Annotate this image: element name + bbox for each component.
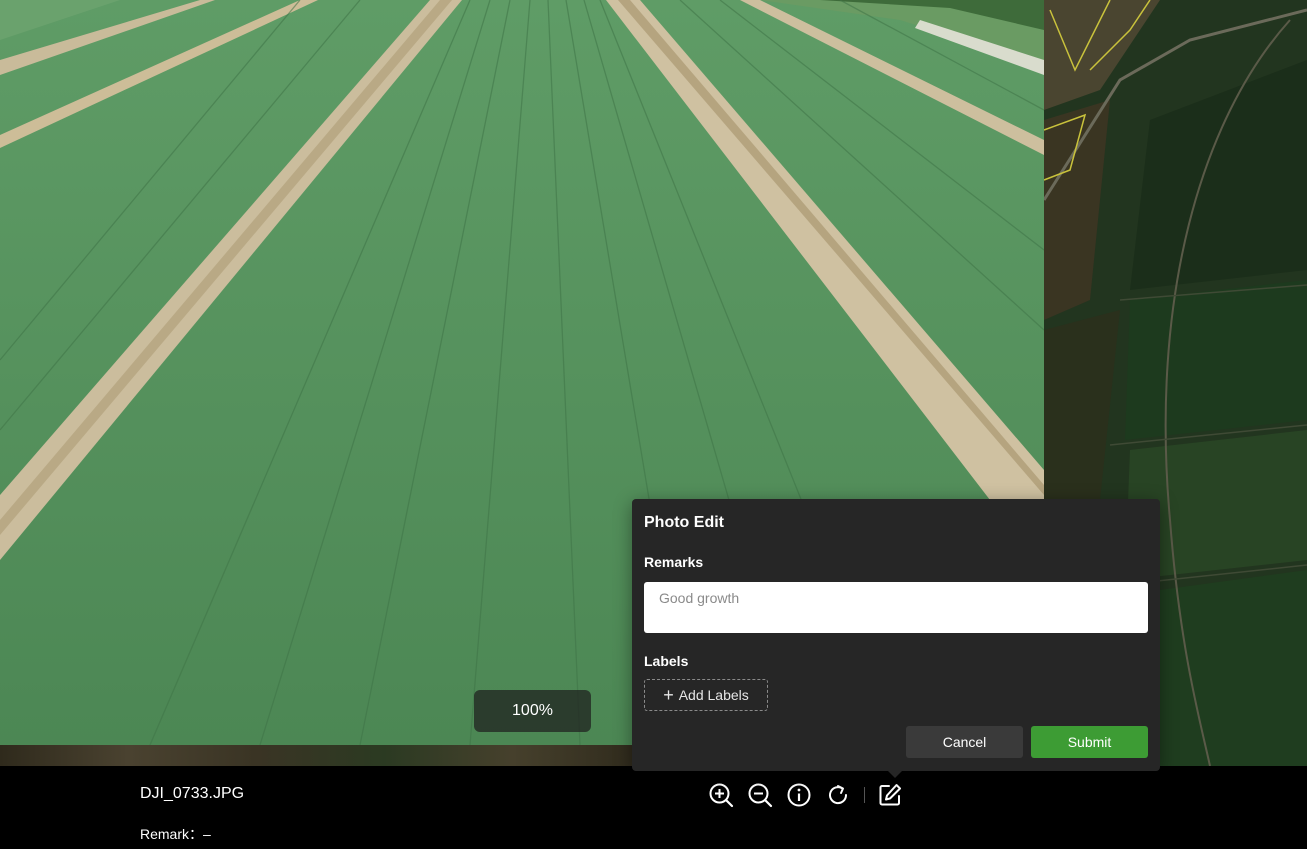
add-labels-button[interactable]: + Add Labels [644, 679, 768, 711]
photo-filename: DJI_0733.JPG [140, 785, 245, 802]
zoom-out-button[interactable] [745, 780, 775, 810]
photo-remark: Remark：– [140, 826, 211, 842]
edit-icon [879, 784, 901, 806]
toolbar-divider [864, 787, 865, 803]
rotate-icon [829, 785, 848, 805]
remarks-label: Remarks [644, 554, 704, 570]
labels-label: Labels [644, 653, 689, 669]
info-icon [787, 783, 811, 807]
zoom-in-icon [709, 783, 734, 808]
dialog-title: Photo Edit [644, 514, 724, 531]
zoom-out-icon [748, 783, 773, 808]
photo-filmstrip-edge [0, 745, 640, 766]
rotate-button[interactable] [823, 780, 853, 810]
zoom-level-badge: 100% [474, 690, 591, 732]
plus-icon: + [663, 685, 674, 705]
photo-toolbar [706, 780, 914, 810]
cancel-button[interactable]: Cancel [906, 726, 1023, 758]
photo-edit-dialog: Photo Edit Remarks Good growth Labels + … [632, 499, 1160, 778]
zoom-in-button[interactable] [706, 780, 736, 810]
submit-button[interactable]: Submit [1031, 726, 1148, 758]
bottom-bar: DJI_0733.JPG Remark：– [0, 766, 1307, 849]
dialog-pointer [888, 771, 902, 778]
edit-button[interactable] [875, 780, 905, 810]
info-button[interactable] [784, 780, 814, 810]
add-labels-text: Add Labels [678, 687, 749, 703]
remarks-input[interactable]: Good growth [644, 582, 1148, 633]
